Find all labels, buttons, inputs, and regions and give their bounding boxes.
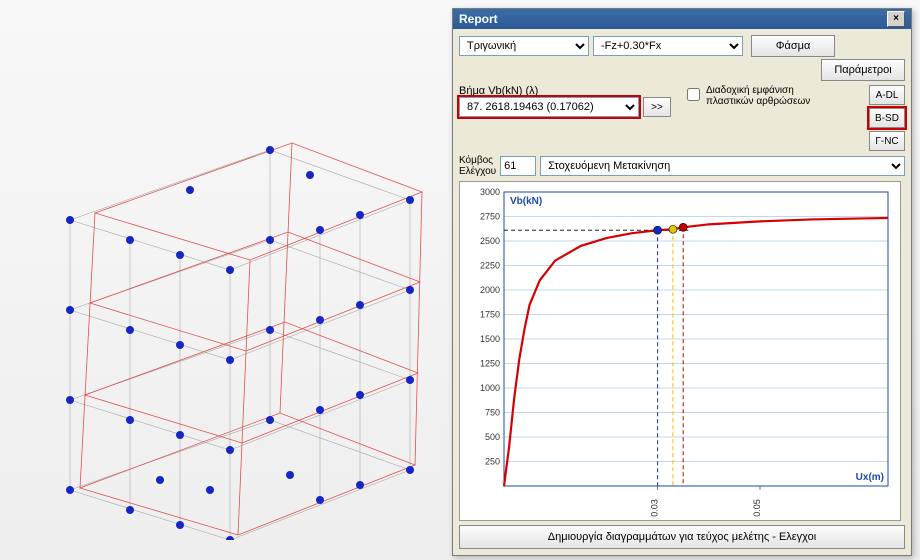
svg-text:250: 250 <box>485 457 500 467</box>
panel-title: Report <box>459 12 498 26</box>
generate-diagrams-button[interactable]: Δημιουργία διαγραμμάτων για τεύχος μελέτ… <box>459 525 905 549</box>
svg-text:500: 500 <box>485 432 500 442</box>
sequential-checkbox[interactable] <box>687 88 700 101</box>
target-displacement-select[interactable]: Στοχευόμενη Μετακίνηση <box>540 156 905 176</box>
pushover-chart: 250 500 750 1000 1250 1500 1750 2000 2250 2500 275… <box>459 181 901 521</box>
close-button[interactable]: × <box>887 11 905 27</box>
load-combo-select[interactable]: -Fz+0.30*Fx <box>593 36 743 56</box>
step-label: Βήμα Vb(kN) (λ) <box>459 85 679 97</box>
svg-text:2250: 2250 <box>480 261 500 271</box>
svg-text:1500: 1500 <box>480 334 500 344</box>
svg-text:Vb(kN): Vb(kN) <box>510 196 542 207</box>
step-select[interactable]: 87. 2618.19463 (0.17062) <box>459 97 639 117</box>
svg-text:0.05: 0.05 <box>752 499 762 517</box>
svg-text:0.03: 0.03 <box>650 499 660 517</box>
spectrum-button[interactable]: Φάσμα <box>751 35 835 57</box>
svg-text:2500: 2500 <box>480 236 500 246</box>
panel-body: Τριγωνική -Fz+0.30*Fx Φάσμα Παράμετροι Β… <box>453 29 911 555</box>
svg-text:3000: 3000 <box>480 187 500 197</box>
step-go-button[interactable]: >> <box>643 97 671 117</box>
b-sd-button[interactable]: B-SD <box>869 108 905 128</box>
distribution-select[interactable]: Τριγωνική <box>459 36 589 56</box>
control-node-input[interactable] <box>500 156 536 176</box>
svg-text:1000: 1000 <box>480 383 500 393</box>
svg-text:Ux(m): Ux(m) <box>856 472 884 483</box>
svg-text:1750: 1750 <box>480 310 500 320</box>
a-dl-button[interactable]: A-DL <box>869 85 905 105</box>
svg-text:2750: 2750 <box>480 212 500 222</box>
svg-text:750: 750 <box>485 408 500 418</box>
g-nc-button[interactable]: Γ-NC <box>869 131 905 151</box>
sequential-label: Διαδοχική εμφάνιση πλαστικών αρθρώσεων <box>706 85 810 107</box>
report-panel: Report × Τριγωνική -Fz+0.30*Fx Φάσμα Παρ… <box>452 8 912 556</box>
parameters-button[interactable]: Παράμετροι <box>821 59 905 81</box>
svg-text:2000: 2000 <box>480 285 500 295</box>
svg-text:1250: 1250 <box>480 359 500 369</box>
titlebar[interactable]: Report × <box>453 9 911 29</box>
control-node-label: Κόμβος Ελέγχου <box>459 155 496 177</box>
structural-3d-view[interactable] <box>10 20 440 540</box>
